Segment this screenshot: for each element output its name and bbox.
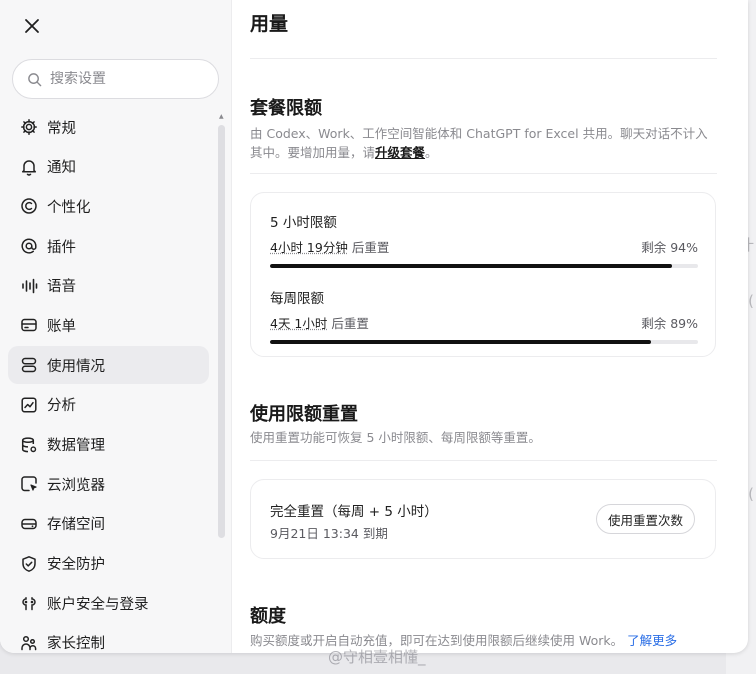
- reset-item-title: 完全重置（每周 + 5 小时）: [270, 504, 438, 520]
- sidebar-item-label: 账户安全与登录: [47, 596, 149, 613]
- background-glyph: (: [748, 292, 754, 310]
- limit-progress-fill: [270, 340, 651, 344]
- sidebar-item-6[interactable]: 使用情况: [8, 346, 209, 385]
- sidebar-item-4[interactable]: 语音: [8, 267, 209, 305]
- sidebar-item-11[interactable]: 安全防护: [8, 545, 209, 583]
- learn-more-link[interactable]: 了解更多: [627, 633, 677, 648]
- reset-section-desc: 使用重置功能可恢复 5 小时限额、每周限额等重置。: [250, 430, 541, 445]
- sidebar-item-label: 使用情况: [47, 358, 105, 375]
- divider: [250, 460, 717, 461]
- plan-limits-desc: 由 Codex、Work、工作空间智能体和 ChatGPT for Excel …: [250, 124, 715, 162]
- sidebar-item-label: 存储空间: [47, 517, 105, 534]
- shield-icon: [20, 555, 38, 573]
- sidebar-item-2[interactable]: 个性化: [8, 187, 209, 225]
- reset-suffix: 后重置: [347, 240, 390, 255]
- limits-card: 5 小时限额 4小时 19分钟 后重置 剩余 94% 每周限额 4天 1小时 后…: [250, 192, 716, 357]
- reset-info: 4天 1小时 后重置: [270, 313, 369, 332]
- cloud-browser-icon: [20, 475, 38, 493]
- close-button[interactable]: [18, 12, 46, 40]
- page-title: 用量: [250, 13, 289, 35]
- credit-section-title: 额度: [250, 606, 286, 627]
- background-glyph: (: [748, 485, 754, 503]
- settings-sidebar: 常规通知个性化插件语音账单使用情况分析数据管理云浏览器存储空间安全防护账户安全与…: [0, 0, 232, 653]
- upgrade-plan-link[interactable]: 升级套餐: [375, 145, 425, 160]
- sidebar-item-1[interactable]: 通知: [8, 148, 209, 186]
- usage-panel: 用量 套餐限额 由 Codex、Work、工作空间智能体和 ChatGPT fo…: [232, 0, 748, 653]
- account-security-icon: [20, 594, 38, 612]
- bell-icon: [20, 158, 38, 176]
- reset-item-expiry: 9月21日 13:34 到期: [270, 526, 388, 541]
- divider: [250, 58, 717, 59]
- sidebar-item-label: 账单: [47, 318, 76, 335]
- usage-icon: [20, 356, 38, 374]
- watermark-text: @守相壹相懂_: [328, 648, 426, 666]
- sidebar-item-label: 语音: [47, 279, 76, 296]
- sidebar-item-label: 插件: [47, 239, 76, 256]
- sidebar-item-label: 数据管理: [47, 438, 105, 454]
- limit-progress-bar: [270, 264, 698, 268]
- personalize-icon: [20, 197, 38, 215]
- sidebar-item-8[interactable]: 数据管理: [8, 426, 209, 464]
- credit-desc-text: 购买额度或开启自动充值，即可在达到使用限额后继续使用 Work。: [250, 633, 624, 648]
- credit-section-desc: 购买额度或开启自动充值，即可在达到使用限额后继续使用 Work。 了解更多: [250, 631, 715, 650]
- limit-weekly: 每周限额 4天 1小时 后重置 剩余 89%: [270, 287, 698, 344]
- sidebar-item-label: 安全防护: [47, 557, 105, 574]
- limit-progress-bar: [270, 340, 698, 344]
- remaining-label: 剩余 89%: [641, 316, 698, 331]
- reset-info: 4小时 19分钟 后重置: [270, 237, 389, 256]
- plan-desc-text: 由 Codex、Work、工作空间智能体和 ChatGPT for Excel …: [250, 126, 708, 160]
- settings-window: 常规通知个性化插件语音账单使用情况分析数据管理云浏览器存储空间安全防护账户安全与…: [0, 0, 748, 653]
- reset-card: 完全重置（每周 + 5 小时） 9月21日 13:34 到期 使用重置次数: [250, 479, 716, 559]
- divider: [250, 173, 717, 174]
- reset-time[interactable]: 4天 1小时: [270, 316, 327, 331]
- reset-suffix: 后重置: [327, 316, 369, 331]
- sidebar-item-label: 常规: [47, 120, 76, 137]
- sidebar-item-label: 通知: [47, 160, 76, 177]
- sidebar-scrollbar[interactable]: [218, 125, 225, 538]
- at-plugin-icon: [20, 237, 38, 255]
- gear-icon: [20, 118, 38, 136]
- sidebar-item-7[interactable]: 分析: [8, 386, 209, 424]
- sidebar-item-13[interactable]: 家长控制: [8, 624, 209, 653]
- chart-icon: [20, 396, 38, 414]
- sidebar-item-5[interactable]: 账单: [8, 306, 209, 344]
- reset-time[interactable]: 4小时 19分钟: [270, 240, 348, 255]
- settings-nav: 常规通知个性化插件语音账单使用情况分析数据管理云浏览器存储空间安全防护账户安全与…: [8, 108, 209, 653]
- sidebar-item-label: 个性化: [47, 199, 91, 216]
- remaining-label: 剩余 94%: [641, 240, 698, 255]
- plan-desc-end: 。: [425, 145, 438, 160]
- limit-progress-fill: [270, 264, 673, 268]
- plan-limits-title: 套餐限额: [250, 98, 322, 119]
- waveform-icon: [20, 277, 38, 295]
- sidebar-item-label: 分析: [47, 398, 76, 415]
- sidebar-item-10[interactable]: 存储空间: [8, 505, 209, 543]
- sidebar-item-12[interactable]: 账户安全与登录: [8, 584, 209, 622]
- search-icon: [28, 72, 42, 86]
- sidebar-item-3[interactable]: 插件: [8, 227, 209, 265]
- storage-icon: [20, 515, 38, 533]
- sidebar-item-0[interactable]: 常规: [8, 108, 209, 146]
- limit-5h: 5 小时限额 4小时 19分钟 后重置 剩余 94%: [270, 211, 698, 268]
- sidebar-item-label: 家长控制: [47, 636, 105, 653]
- search-box[interactable]: [12, 59, 219, 99]
- reset-section-title: 使用限额重置: [250, 404, 358, 425]
- limit-name: 5 小时限额: [270, 215, 337, 231]
- sidebar-item-label: 云浏览器: [47, 477, 105, 494]
- search-input[interactable]: [50, 71, 200, 87]
- sidebar-item-9[interactable]: 云浏览器: [8, 465, 209, 503]
- scroll-up-arrow[interactable]: ▲: [219, 113, 224, 120]
- database-icon: [20, 436, 38, 454]
- use-reset-button[interactable]: 使用重置次数: [596, 504, 696, 534]
- close-icon: [25, 19, 39, 33]
- limit-name: 每周限额: [270, 291, 324, 307]
- card-icon: [20, 316, 38, 334]
- family-icon: [20, 634, 38, 652]
